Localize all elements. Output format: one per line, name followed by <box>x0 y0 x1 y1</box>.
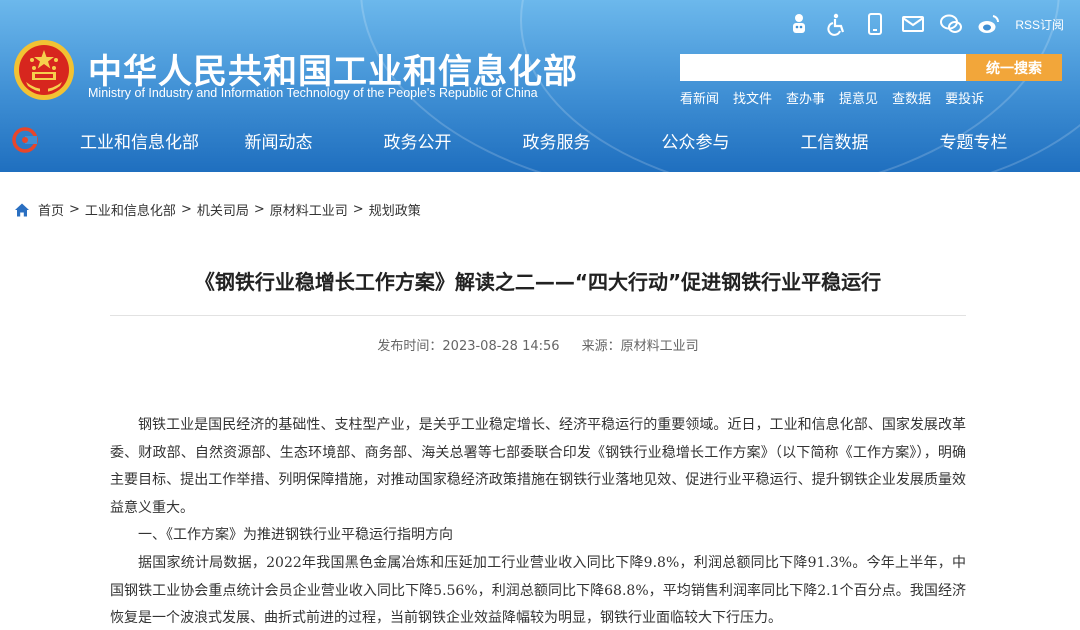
weibo-icon[interactable] <box>977 12 1001 36</box>
breadcrumb-separator: > <box>69 202 80 217</box>
national-emblem-icon[interactable] <box>12 38 76 102</box>
search-button[interactable]: 统一搜索 <box>966 54 1062 81</box>
article-title: 《钢铁行业稳增长工作方案》解读之二——“四大行动”促进钢铁行业平稳运行 <box>194 270 882 294</box>
mobile-icon[interactable] <box>863 12 887 36</box>
nav-item-government-affairs[interactable]: 政务公开 <box>348 118 487 162</box>
ministry-logo-icon[interactable] <box>12 127 38 153</box>
home-icon[interactable] <box>14 202 30 218</box>
quick-link-data[interactable]: 查数据 <box>892 88 931 107</box>
nav-item-services[interactable]: 政务服务 <box>487 118 626 162</box>
main-nav: 工业和信息化部 新闻动态 政务公开 政务服务 公众参与 工信数据 专题专栏 <box>0 118 1080 162</box>
breadcrumb-home[interactable]: 首页 <box>38 200 64 219</box>
nav-item-public-participation[interactable]: 公众参与 <box>626 118 765 162</box>
article-paragraph: 钢铁工业是国民经济的基础性、支柱型产业，是关乎工业稳定增长、经济平稳运行的重要领… <box>110 417 966 516</box>
breadcrumb-policy[interactable]: 规划政策 <box>369 200 421 219</box>
accessibility-icon[interactable] <box>825 12 849 36</box>
utility-bar: RSS订阅 <box>787 12 1064 36</box>
quick-link-documents[interactable]: 找文件 <box>733 88 772 107</box>
breadcrumb-separator: > <box>253 202 265 217</box>
quick-links: 看新闻 找文件 查办事 提意见 查数据 要投诉 <box>680 88 984 107</box>
article-body: 钢铁工业是国民经济的基础性、支柱型产业，是关乎工业稳定增长、经济平稳运行的重要领… <box>110 412 966 630</box>
breadcrumb-separator: > <box>352 202 364 217</box>
breadcrumb-ministry[interactable]: 工业和信息化部 <box>85 200 176 219</box>
breadcrumb-separator: > <box>180 202 192 217</box>
source-label: 来源： <box>581 339 621 354</box>
nav-item-news[interactable]: 新闻动态 <box>209 118 348 162</box>
quick-link-news[interactable]: 看新闻 <box>680 88 719 107</box>
publish-time: 2023-08-28 14:56 <box>442 339 560 354</box>
article-section-heading: 一、《工作方案》为推进钢铁行业平稳运行指明方向 <box>138 527 453 544</box>
wechat-icon[interactable] <box>939 12 963 36</box>
article-paragraph: 据国家统计局数据，2022年我国黑色金属冶炼和压延加工行业营业收入同比下降9.8… <box>110 554 966 627</box>
article-source: 原材料工业司 <box>620 339 699 354</box>
title-divider <box>110 315 966 316</box>
quick-link-feedback[interactable]: 提意见 <box>839 88 878 107</box>
search-input[interactable] <box>680 54 966 81</box>
site-header: 中华人民共和国工业和信息化部 Ministry of Industry and … <box>0 0 1080 172</box>
nav-item-ministry[interactable]: 工业和信息化部 <box>70 118 209 162</box>
search-bar: 统一搜索 <box>680 54 1062 81</box>
email-icon[interactable] <box>901 12 925 36</box>
robot-assistant-icon[interactable] <box>787 12 811 36</box>
breadcrumb: 首页 > 工业和信息化部 > 机关司局 > 原材料工业司 > 规划政策 <box>14 200 421 219</box>
quick-link-complaint[interactable]: 要投诉 <box>945 88 984 107</box>
breadcrumb-raw-materials[interactable]: 原材料工业司 <box>270 200 348 219</box>
quick-link-services[interactable]: 查办事 <box>786 88 825 107</box>
nav-item-data[interactable]: 工信数据 <box>765 118 904 162</box>
site-subtitle: Ministry of Industry and Information Tec… <box>88 86 538 100</box>
breadcrumb-departments[interactable]: 机关司局 <box>197 200 249 219</box>
article-meta: 发布时间：2023-08-28 14:56 来源：原材料工业司 <box>110 335 966 354</box>
nav-item-special-topics[interactable]: 专题专栏 <box>904 118 1043 162</box>
publish-label: 发布时间： <box>377 339 443 354</box>
rss-link[interactable]: RSS订阅 <box>1015 16 1064 33</box>
